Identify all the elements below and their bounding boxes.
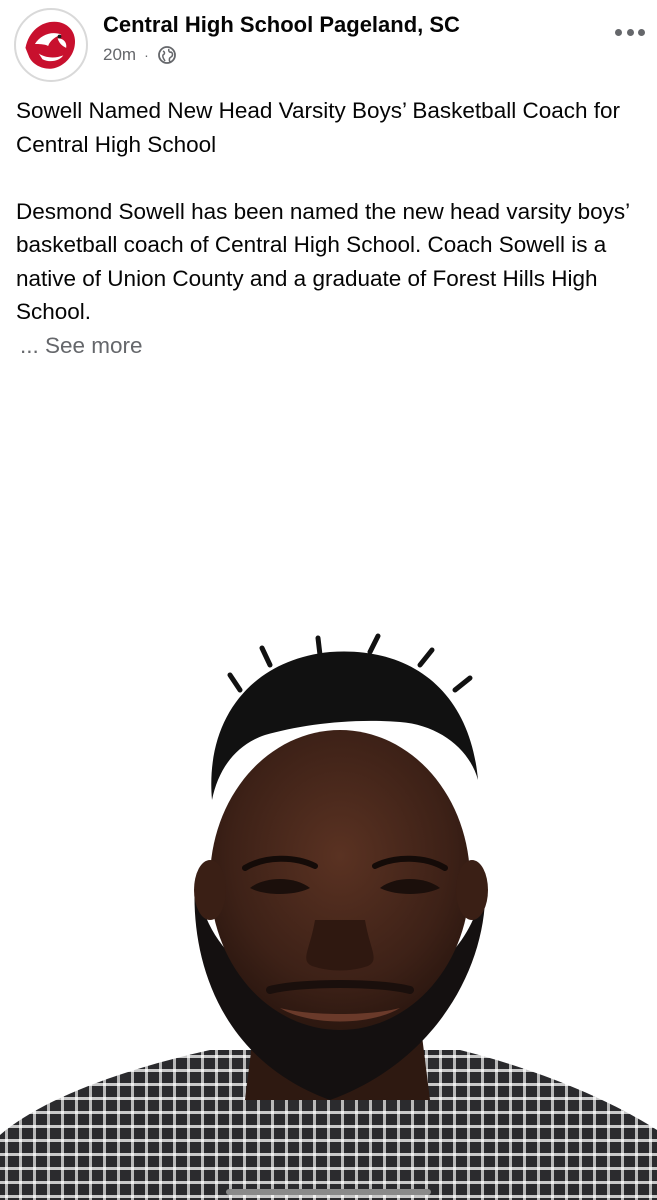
- post-timestamp[interactable]: 20m: [103, 45, 136, 65]
- post-meta: 20m ·: [103, 44, 177, 66]
- page-avatar[interactable]: [14, 8, 88, 82]
- page-name[interactable]: Central High School Pageland, SC: [103, 12, 460, 38]
- more-options-icon: [615, 28, 622, 36]
- more-options-button[interactable]: [613, 20, 647, 44]
- globe-icon: [157, 46, 176, 64]
- post-message: Sowell Named New Head Varsity Boys’ Bask…: [16, 94, 646, 362]
- meta-separator: ·: [144, 47, 149, 63]
- headshot-photo: [0, 633, 657, 1200]
- post-header: Central High School Pageland, SC 20m ·: [0, 0, 657, 82]
- post-photo[interactable]: [0, 630, 657, 1200]
- see-more-link[interactable]: ... See more: [20, 329, 646, 363]
- post-title: Sowell Named New Head Varsity Boys’ Bask…: [16, 98, 621, 157]
- eagle-logo-icon: [16, 10, 86, 80]
- gesture-navigation-bar[interactable]: [226, 1189, 431, 1195]
- post-body: Desmond Sowell has been named the new he…: [16, 198, 630, 325]
